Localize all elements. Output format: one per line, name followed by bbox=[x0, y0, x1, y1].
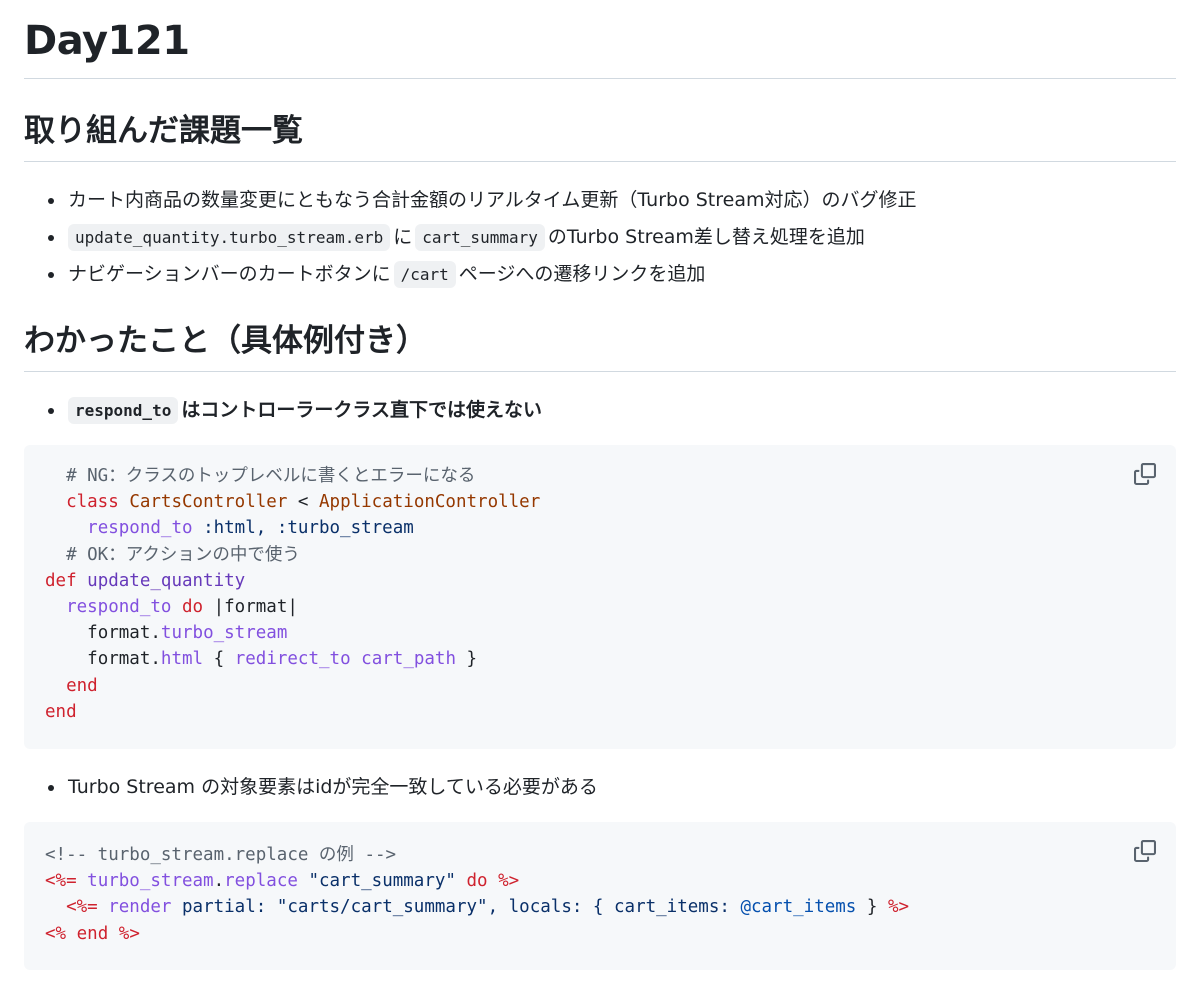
list-item-text: に bbox=[393, 226, 413, 248]
code-content: <!-- turbo_stream.replace の例 --> <%= tur… bbox=[45, 842, 1176, 947]
code-class-name: CartsController bbox=[129, 492, 288, 513]
code-args: :html, :turbo_stream bbox=[203, 518, 414, 539]
section-heading-tasks: 取り組んだ課題一覧 bbox=[24, 111, 1176, 162]
code-tag: <%= bbox=[66, 897, 98, 918]
code-tag: <% bbox=[45, 923, 67, 944]
code-function: respond_to bbox=[66, 597, 172, 618]
code-function: redirect_to bbox=[234, 649, 351, 670]
code-brace: } bbox=[466, 649, 478, 670]
code-tag: <%= bbox=[45, 871, 77, 892]
code-keyword: do bbox=[181, 597, 204, 618]
code-keyword: end bbox=[45, 701, 77, 722]
task-list: カート内商品の数量変更にともなう合計金額のリアルタイム更新（Turbo Stre… bbox=[24, 182, 1176, 293]
code-keyword: end bbox=[66, 675, 98, 696]
list-item: Turbo Stream の対象要素はidが完全一致している必要がある bbox=[66, 769, 1176, 806]
copy-button[interactable] bbox=[1134, 463, 1156, 485]
code-block: <!-- turbo_stream.replace の例 --> <%= tur… bbox=[24, 822, 1176, 970]
list-item: ナビゲーションバーのカートボタンに/cartページへの遷移リンクを追加 bbox=[66, 256, 1176, 293]
section-heading-learnings: わかったこと（具体例付き） bbox=[24, 321, 1176, 372]
code-args: , locals: { cart_items: bbox=[487, 897, 730, 918]
code-block: # NG：クラスのトップレベルに書くとエラーになる class CartsCon… bbox=[24, 445, 1176, 749]
code-string: "cart_summary" bbox=[308, 871, 456, 892]
list-item-text: ナビゲーションバーのカートボタンに bbox=[68, 263, 391, 285]
document: Day121 取り組んだ課題一覧 カート内商品の数量変更にともなう合計金額のリア… bbox=[0, 0, 1200, 970]
list-item-text: ページへの遷移リンクを追加 bbox=[458, 263, 706, 285]
code-function: render bbox=[108, 897, 172, 918]
list-item-text: はコントローラークラス直下では使えない bbox=[181, 399, 542, 421]
list-item: カート内商品の数量変更にともなう合計金額のリアルタイム更新（Turbo Stre… bbox=[66, 182, 1176, 219]
code-tag: %> bbox=[118, 923, 140, 944]
inline-code: respond_to bbox=[68, 397, 179, 424]
code-keyword: def bbox=[45, 570, 77, 591]
code-string: "carts/cart_summary" bbox=[276, 897, 488, 918]
copy-button[interactable] bbox=[1134, 840, 1156, 862]
list-item: update_quantity.turbo_stream.erbにcart_su… bbox=[66, 219, 1176, 256]
copy-icon bbox=[1134, 463, 1156, 485]
code-tag: %> bbox=[498, 871, 520, 892]
code-function: respond_to bbox=[87, 518, 193, 539]
learning-list: Turbo Stream の対象要素はidが完全一致している必要がある bbox=[24, 769, 1176, 806]
code-brace: { bbox=[213, 649, 225, 670]
code-object: format. bbox=[87, 623, 161, 644]
copy-icon bbox=[1134, 840, 1156, 862]
code-ivar: @cart_items bbox=[740, 897, 857, 918]
code-comment: # OK：アクションの中で使う bbox=[66, 544, 300, 565]
list-item: respond_toはコントローラークラス直下では使えない bbox=[66, 392, 1176, 429]
code-function: turbo_stream bbox=[160, 623, 288, 644]
code-class-name: ApplicationController bbox=[319, 492, 541, 513]
inline-code: /cart bbox=[393, 261, 456, 288]
page-title: Day121 bbox=[24, 0, 1176, 79]
inline-code: cart_summary bbox=[415, 224, 545, 251]
learning-list: respond_toはコントローラークラス直下では使えない bbox=[24, 392, 1176, 429]
code-args: partial: bbox=[182, 897, 267, 918]
list-item-text: カート内商品の数量変更にともなう合計金額のリアルタイム更新（Turbo Stre… bbox=[68, 189, 917, 211]
code-object: format. bbox=[87, 649, 161, 670]
code-function: replace bbox=[224, 871, 298, 892]
code-operator: < bbox=[297, 492, 309, 513]
code-tag: %> bbox=[887, 897, 910, 918]
list-item-text: Turbo Stream の対象要素はidが完全一致している必要がある bbox=[68, 776, 598, 798]
inline-code: update_quantity.turbo_stream.erb bbox=[68, 224, 391, 251]
code-function: update_quantity bbox=[87, 570, 246, 591]
code-args: |format| bbox=[213, 597, 298, 618]
code-content: # NG：クラスのトップレベルに書くとエラーになる class CartsCon… bbox=[45, 463, 1176, 725]
code-comment: # NG：クラスのトップレベルに書くとエラーになる bbox=[66, 466, 476, 486]
code-function: cart_path bbox=[361, 649, 456, 670]
code-keyword: end bbox=[76, 923, 109, 944]
code-comment: <!-- turbo_stream.replace の例 --> bbox=[45, 845, 397, 865]
code-brace: } bbox=[866, 897, 878, 918]
code-keyword: class bbox=[66, 492, 119, 513]
code-function: turbo_stream bbox=[87, 871, 214, 892]
list-item-text: のTurbo Stream差し替え処理を追加 bbox=[547, 226, 865, 248]
code-function: html bbox=[160, 649, 204, 670]
code-dot: . bbox=[213, 871, 225, 892]
code-keyword: do bbox=[466, 871, 488, 892]
